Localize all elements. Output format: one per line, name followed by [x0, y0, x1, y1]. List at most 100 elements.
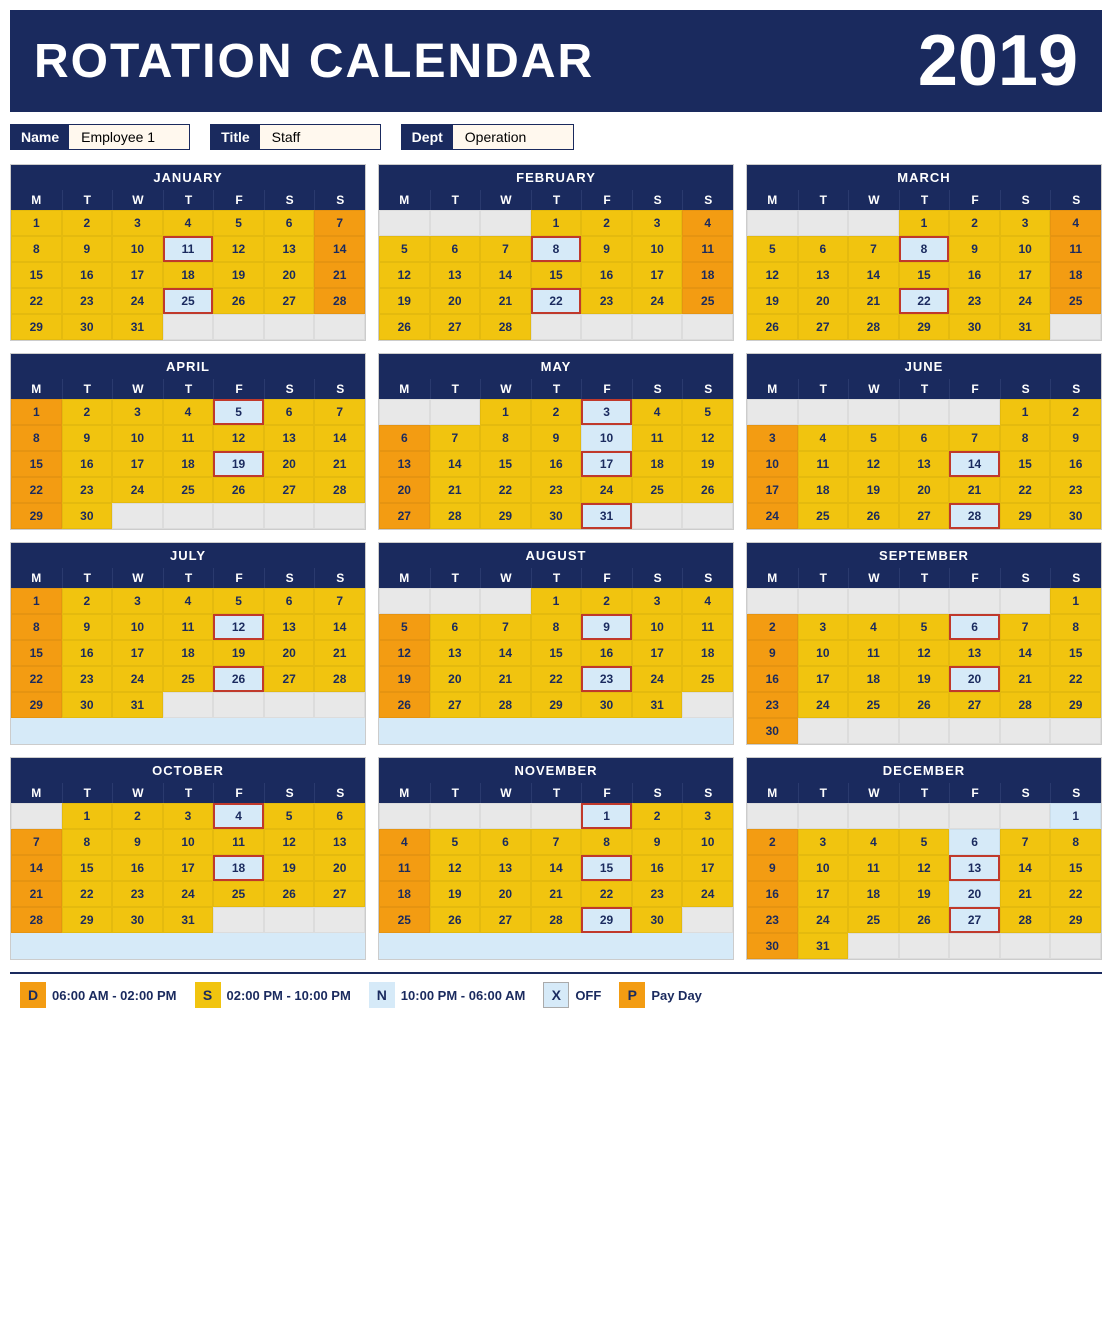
day-cell: 31: [1000, 314, 1051, 340]
day-header-cell: F: [949, 568, 1000, 588]
empty-cell: [213, 692, 264, 718]
day-cell: 10: [798, 855, 849, 881]
empty-cell: [213, 503, 264, 529]
day-cell: 13: [949, 640, 1000, 666]
empty-cell: [682, 907, 733, 933]
day-cell: 22: [531, 666, 582, 692]
empty-cell: [430, 588, 481, 614]
day-cell: 5: [747, 236, 798, 262]
info-row: Name Employee 1 Title Staff Dept Operati…: [10, 124, 1102, 150]
day-cell: 21: [1000, 666, 1051, 692]
day-cell: 2: [581, 210, 632, 236]
day-cell: 18: [848, 666, 899, 692]
day-cell: 28: [1000, 692, 1051, 718]
day-cell: 14: [314, 425, 365, 451]
month-july: JULYMTWTFSS12345678910111213141516171819…: [10, 542, 366, 745]
empty-cell: [682, 503, 733, 529]
day-cell: 26: [213, 666, 264, 692]
empty-cell: [11, 803, 62, 829]
day-cell: 15: [11, 262, 62, 288]
day-cell: 16: [112, 855, 163, 881]
day-cell: 27: [899, 503, 950, 529]
empty-cell: [264, 907, 315, 933]
day-cell: 10: [682, 829, 733, 855]
day-header-cell: S: [1050, 379, 1101, 399]
day-cell: 9: [62, 614, 113, 640]
day-cell: 20: [480, 881, 531, 907]
day-header-cell: M: [11, 783, 62, 803]
day-cell: 20: [430, 666, 481, 692]
day-cell: 28: [11, 907, 62, 933]
day-cell: 1: [581, 803, 632, 829]
day-header-cell: S: [1000, 568, 1051, 588]
day-cell: 2: [949, 210, 1000, 236]
day-header-cell: T: [899, 783, 950, 803]
day-cell: 17: [632, 262, 683, 288]
day-cell: 13: [798, 262, 849, 288]
day-cell: 19: [264, 855, 315, 881]
day-cell: 3: [682, 803, 733, 829]
day-cell: 13: [264, 614, 315, 640]
day-cell: 12: [379, 262, 430, 288]
day-cell: 5: [899, 614, 950, 640]
day-cell: 16: [531, 451, 582, 477]
day-cell: 6: [264, 588, 315, 614]
day-cell: 8: [531, 236, 582, 262]
day-cell: 21: [314, 262, 365, 288]
legend-s: S 02:00 PM - 10:00 PM: [195, 982, 351, 1008]
empty-cell: [1000, 933, 1051, 959]
day-cell: 26: [682, 477, 733, 503]
day-cell: 7: [314, 399, 365, 425]
day-cell: 9: [632, 829, 683, 855]
day-cell: 23: [531, 477, 582, 503]
day-cell: 21: [1000, 881, 1051, 907]
day-cell: 20: [798, 288, 849, 314]
day-cell: 18: [1050, 262, 1101, 288]
day-cell: 21: [430, 477, 481, 503]
day-cell: 4: [848, 829, 899, 855]
day-header-cell: F: [581, 568, 632, 588]
day-header-cell: S: [632, 379, 683, 399]
day-cell: 30: [747, 933, 798, 959]
day-cell: 7: [314, 588, 365, 614]
legend-n: N 10:00 PM - 06:00 AM: [369, 982, 526, 1008]
day-cell: 28: [531, 907, 582, 933]
empty-cell: [899, 588, 950, 614]
day-header-cell: W: [112, 783, 163, 803]
day-cell: 17: [747, 477, 798, 503]
day-header-cell: M: [747, 190, 798, 210]
day-cell: 2: [531, 399, 582, 425]
day-cell: 18: [848, 881, 899, 907]
day-cell: 18: [163, 640, 214, 666]
day-header-cell: T: [798, 190, 849, 210]
empty-cell: [379, 588, 430, 614]
day-cell: 15: [11, 451, 62, 477]
empty-cell: [747, 399, 798, 425]
dept-value: Operation: [453, 125, 573, 149]
day-cell: 26: [899, 692, 950, 718]
empty-cell: [112, 503, 163, 529]
day-cell: 14: [949, 451, 1000, 477]
empty-cell: [314, 907, 365, 933]
empty-cell: [163, 503, 214, 529]
day-cell: 16: [581, 262, 632, 288]
day-cell: 5: [379, 614, 430, 640]
day-cell: 30: [62, 692, 113, 718]
day-cell: 4: [213, 803, 264, 829]
day-cell: 11: [163, 614, 214, 640]
day-cell: 19: [213, 262, 264, 288]
day-cell: 2: [581, 588, 632, 614]
day-cell: 28: [848, 314, 899, 340]
day-cell: 31: [112, 692, 163, 718]
empty-cell: [1000, 588, 1051, 614]
day-header-cell: M: [379, 190, 430, 210]
day-cell: 11: [682, 236, 733, 262]
day-cell: 15: [480, 451, 531, 477]
day-cell: 14: [1000, 640, 1051, 666]
empty-cell: [798, 210, 849, 236]
x-text: OFF: [575, 988, 601, 1003]
month-header-11: DECEMBER: [747, 758, 1101, 783]
day-cell: 2: [747, 829, 798, 855]
day-cell: 20: [430, 288, 481, 314]
day-cell: 13: [264, 425, 315, 451]
